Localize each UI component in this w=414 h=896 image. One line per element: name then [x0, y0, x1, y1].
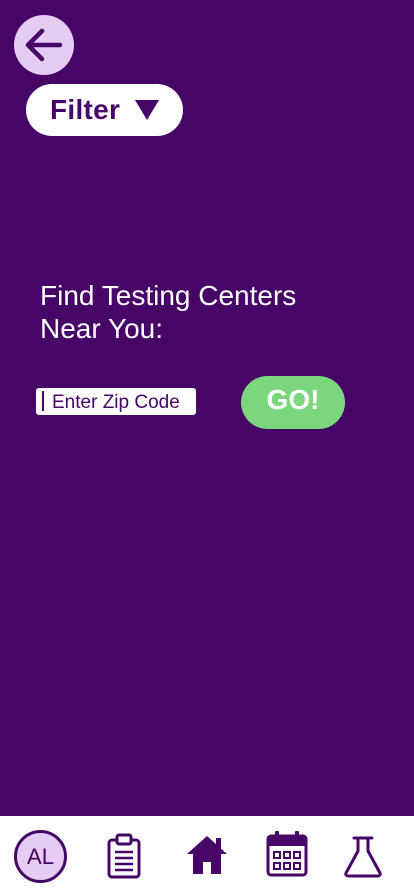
avatar-initials: AL — [27, 843, 54, 869]
heading-line-2: Near You: — [40, 313, 163, 344]
caret-down-icon — [135, 100, 160, 120]
calendar-icon — [265, 830, 309, 878]
nav-item-records[interactable] — [105, 832, 143, 880]
nav-item-tests[interactable] — [343, 834, 383, 880]
clipboard-icon — [106, 833, 142, 879]
nav-item-home[interactable] — [185, 834, 229, 876]
arrow-left-icon — [22, 23, 66, 67]
filter-button[interactable]: Filter — [26, 84, 183, 136]
go-button[interactable]: GO! — [241, 376, 345, 429]
go-label: GO! — [266, 383, 320, 415]
heading-line-1: Find Testing Centers — [40, 280, 297, 311]
home-icon — [185, 834, 229, 876]
profile-avatar[interactable]: AL — [14, 830, 67, 883]
filter-label: Filter — [50, 94, 121, 125]
bottom-nav: AL — [0, 816, 414, 896]
nav-item-calendar[interactable] — [265, 830, 309, 878]
flask-icon — [343, 835, 383, 879]
zip-code-input[interactable] — [36, 388, 196, 415]
page-heading: Find Testing Centers Near You: — [40, 279, 370, 345]
text-cursor — [42, 391, 44, 411]
back-button[interactable] — [14, 15, 74, 75]
